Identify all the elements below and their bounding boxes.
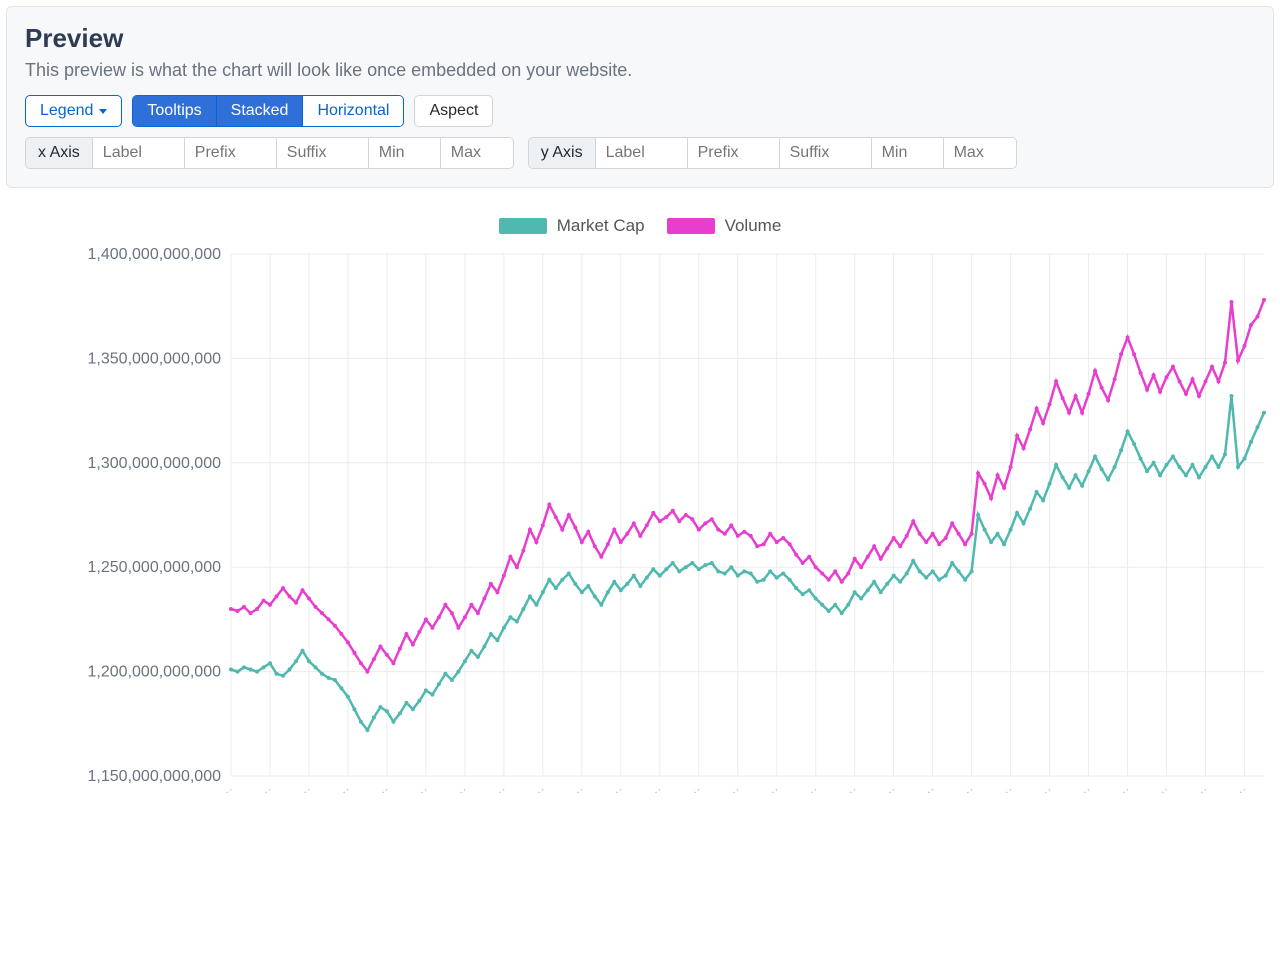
y-axis-group: y Axis (528, 137, 1017, 169)
svg-text:··: ·· (1195, 782, 1211, 799)
legend-swatch (667, 218, 715, 234)
series-volume (229, 298, 1266, 674)
chart-legend: Market Cap Volume (6, 188, 1274, 244)
tooltips-toggle[interactable]: Tooltips (133, 96, 216, 126)
svg-text:··: ·· (415, 782, 431, 799)
svg-text:··: ·· (1078, 782, 1094, 799)
y-axis-label-input[interactable] (596, 138, 688, 168)
svg-text:··: ·· (532, 782, 548, 799)
series-market-cap (229, 394, 1266, 732)
x-axis-addon: x Axis (26, 138, 93, 168)
svg-text:··: ·· (299, 782, 315, 799)
legend-label: Market Cap (557, 216, 645, 236)
svg-text:1,250,000,000,000: 1,250,000,000,000 (88, 559, 222, 576)
y-axis-addon: y Axis (529, 138, 596, 168)
svg-text:··: ·· (922, 782, 938, 799)
svg-text:··: ·· (844, 782, 860, 799)
svg-text:··: ·· (805, 782, 821, 799)
svg-text:··: ·· (571, 782, 587, 799)
y-axis-max-input[interactable] (944, 138, 1016, 168)
x-axis-min-input[interactable] (369, 138, 441, 168)
x-axis-prefix-input[interactable] (185, 138, 277, 168)
y-axis-prefix-input[interactable] (688, 138, 780, 168)
svg-text:1,400,000,000,000: 1,400,000,000,000 (88, 246, 222, 263)
toolbar-row: Legend Tooltips Stacked Horizontal Aspec… (25, 95, 1255, 127)
svg-text:1,200,000,000,000: 1,200,000,000,000 (88, 664, 222, 681)
svg-text:··: ·· (454, 782, 470, 799)
svg-text:1,350,000,000,000: 1,350,000,000,000 (88, 350, 222, 367)
aspect-button[interactable]: Aspect (414, 95, 493, 127)
x-axis-max-input[interactable] (441, 138, 513, 168)
stacked-toggle[interactable]: Stacked (217, 96, 304, 126)
legend-swatch (499, 218, 547, 234)
legend-item[interactable]: Market Cap (499, 216, 645, 236)
svg-text:··: ·· (649, 782, 665, 799)
svg-text:··: ·· (727, 782, 743, 799)
svg-text:··: ·· (376, 782, 392, 799)
x-axis-suffix-input[interactable] (277, 138, 369, 168)
legend-label: Volume (725, 216, 782, 236)
x-axis-group: x Axis (25, 137, 514, 169)
x-axis-label-input[interactable] (93, 138, 185, 168)
svg-text:··: ·· (338, 782, 354, 799)
legend-dropdown-label: Legend (40, 102, 93, 120)
svg-text:1,300,000,000,000: 1,300,000,000,000 (88, 455, 222, 472)
line-chart: 1,150,000,000,000 1,200,000,000,000 1,250,… (6, 244, 1274, 804)
panel-title: Preview (25, 23, 1255, 54)
svg-text:··: ·· (766, 782, 782, 799)
svg-text:··: ·· (1156, 782, 1172, 799)
display-mode-segmented: Tooltips Stacked Horizontal (132, 95, 404, 127)
svg-text:··: ·· (610, 782, 626, 799)
axis-controls-row: x Axis y Axis (25, 137, 1255, 169)
panel-subtitle: This preview is what the chart will look… (25, 60, 1255, 81)
svg-text:··: ·· (260, 782, 276, 799)
svg-text:··: ·· (493, 782, 509, 799)
svg-text:··: ·· (961, 782, 977, 799)
horizontal-toggle[interactable]: Horizontal (303, 96, 403, 126)
preview-panel: Preview This preview is what the chart w… (6, 6, 1274, 188)
svg-text:1,150,000,000,000: 1,150,000,000,000 (88, 768, 222, 785)
chart-region: Market Cap Volume 1,150,000,000,000 1,200,… (0, 188, 1280, 804)
legend-dropdown[interactable]: Legend (25, 95, 122, 127)
y-axis-suffix-input[interactable] (780, 138, 872, 168)
chevron-down-icon (99, 109, 107, 114)
legend-item[interactable]: Volume (667, 216, 782, 236)
svg-text:··: ·· (1039, 782, 1055, 799)
svg-text:··: ·· (883, 782, 899, 799)
svg-text:··: ·· (688, 782, 704, 799)
svg-text:··: ·· (221, 782, 237, 799)
svg-text:··: ·· (1117, 782, 1133, 799)
svg-text:··: ·· (1000, 782, 1016, 799)
y-axis-min-input[interactable] (872, 138, 944, 168)
svg-text:··: ·· (1234, 782, 1250, 799)
